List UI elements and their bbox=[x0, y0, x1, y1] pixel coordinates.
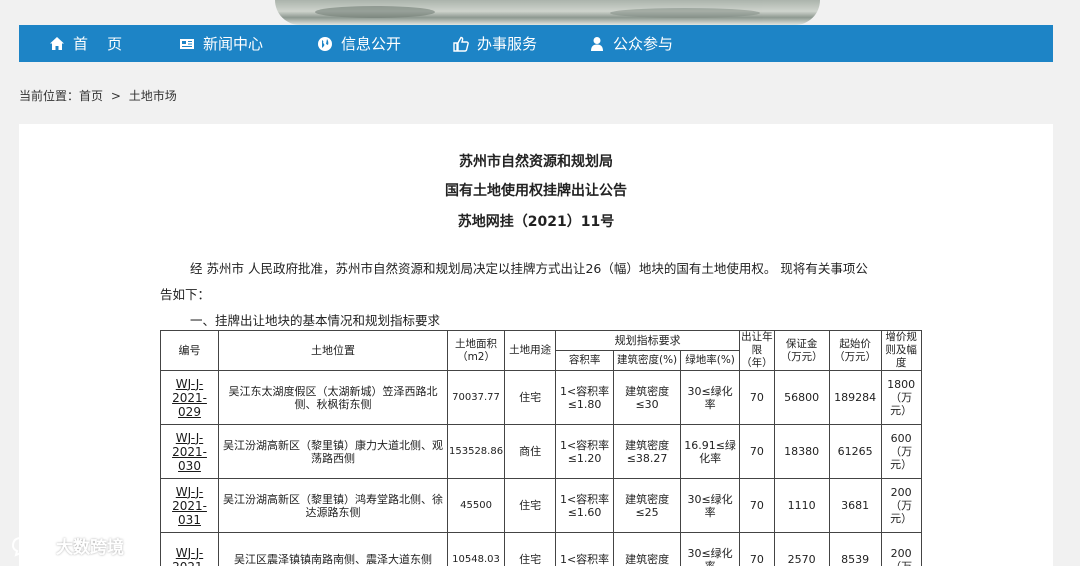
table-header-row: 编号 土地位置 土地面积（m2） 土地用途 规划指标要求 出让年限（年） 保证金… bbox=[160, 330, 922, 371]
watermark: 大数跨境 bbox=[10, 533, 124, 558]
col-header-far: 容积率 bbox=[555, 350, 615, 371]
main-nav: 首 页 新闻中心 信息公开 办事服务 公众参与 bbox=[19, 25, 1053, 62]
nav-item-label: 办事服务 bbox=[477, 35, 538, 53]
col-header-code: 编号 bbox=[160, 330, 219, 371]
chat-bubbles-icon bbox=[11, 536, 51, 557]
col-header-use: 土地用途 bbox=[504, 330, 557, 371]
notice-title: 国有土地使用权挂牌出让公告 bbox=[445, 183, 627, 199]
parcel-density: 建筑密度≤38.27 bbox=[613, 424, 682, 479]
notice-number: 苏地网挂（2021）11号 bbox=[457, 214, 615, 230]
col-header-area: 土地面积（m2） bbox=[446, 330, 506, 371]
col-header-start-price: 起始价（万元） bbox=[828, 330, 882, 371]
parcel-start-price: 189284 bbox=[828, 370, 882, 425]
banner-landscape-image bbox=[275, 0, 820, 25]
parcel-code-link[interactable]: WJ-J-2021-029 bbox=[172, 377, 207, 419]
parcel-deposit: 2570 bbox=[773, 532, 830, 566]
land-parcel-table: 编号 土地位置 土地面积（m2） 土地用途 规划指标要求 出让年限（年） 保证金… bbox=[160, 330, 922, 566]
col-header-green: 绿地率(%) bbox=[680, 350, 741, 371]
table-row: WJ-J-2021-030 吴江汾湖高新区（黎里镇）康力大道北侧、观荡路西侧 1… bbox=[160, 424, 922, 479]
col-header-planning: 规划指标要求 bbox=[555, 330, 741, 351]
nav-item-label: 新闻中心 bbox=[203, 35, 264, 53]
parcel-code-link[interactable]: WJ-J-2021-030 bbox=[172, 431, 207, 473]
table-row: WJ-J-2021-029 吴江东太湖度假区（太湖新城）笠泽西路北侧、秋枫街东侧… bbox=[160, 370, 922, 425]
parcel-increment: 1800（万元） bbox=[880, 370, 922, 425]
parcel-green: 30≤绿化率 bbox=[680, 478, 741, 533]
parcel-location: 吴江东太湖度假区（太湖新城）笠泽西路北侧、秋枫街东侧 bbox=[218, 370, 448, 425]
nav-item-label: 信息公开 bbox=[341, 35, 402, 53]
nav-item-news[interactable]: 新闻中心 bbox=[179, 25, 263, 62]
parcel-green: 30≤绿化率 bbox=[680, 370, 741, 425]
col-header-deposit: 保证金（万元） bbox=[773, 330, 830, 371]
globe-icon bbox=[318, 36, 332, 51]
breadcrumb-home-link[interactable]: 首页 bbox=[79, 89, 103, 103]
parcel-increment: 600（万元） bbox=[880, 424, 922, 479]
nav-item-label: 公众参与 bbox=[613, 35, 674, 53]
breadcrumb: 当前位置：首页 > 土地市场 bbox=[19, 87, 181, 104]
parcel-use: 住宅 bbox=[504, 532, 557, 566]
parcel-deposit: 1110 bbox=[773, 478, 830, 533]
col-header-density: 建筑密度(%) bbox=[613, 350, 682, 371]
parcel-code-cell: WJ-J-2021- bbox=[160, 532, 219, 566]
col-header-term: 出让年限（年） bbox=[739, 330, 775, 371]
header-banner bbox=[0, 0, 1080, 25]
nav-item-home[interactable]: 首 页 bbox=[49, 25, 122, 62]
parcel-location: 吴江汾湖高新区（黎里镇）康力大道北侧、观荡路西侧 bbox=[218, 424, 448, 479]
parcel-term: 70 bbox=[739, 424, 775, 479]
col-header-location: 土地位置 bbox=[218, 330, 448, 371]
nav-item-label: 首 页 bbox=[73, 35, 123, 53]
breadcrumb-prefix: 当前位置： bbox=[19, 89, 80, 103]
parcel-far: 1<容积率 bbox=[555, 532, 615, 566]
parcel-density: 建筑密度≤30 bbox=[613, 370, 682, 425]
parcel-density: 建筑密度 bbox=[613, 532, 682, 566]
parcel-use: 商住 bbox=[504, 424, 557, 479]
notice-paragraph: 经 苏州市 人民政府批准，苏州市自然资源和规划局决定以挂牌方式出让26（幅）地块… bbox=[190, 261, 868, 276]
parcel-code-cell: WJ-J-2021-030 bbox=[160, 424, 219, 479]
nav-item-participation[interactable]: 公众参与 bbox=[589, 25, 673, 62]
notice-content: 苏州市自然资源和规划局 国有土地使用权挂牌出让公告 苏地网挂（2021）11号 … bbox=[19, 124, 1053, 566]
parcel-area: 10548.03 bbox=[446, 532, 506, 566]
notice-issuer: 苏州市自然资源和规划局 bbox=[459, 154, 613, 170]
parcel-code-link[interactable]: WJ-J-2021- bbox=[172, 546, 207, 566]
parcel-far: 1<容积率≤1.80 bbox=[555, 370, 615, 425]
notice-paragraph-cont: 告如下： bbox=[160, 287, 211, 302]
parcel-term: 70 bbox=[739, 370, 775, 425]
parcel-area: 45500 bbox=[446, 478, 506, 533]
newspaper-icon bbox=[180, 38, 194, 49]
parcel-density: 建筑密度≤25 bbox=[613, 478, 682, 533]
parcel-increment: 200（万 bbox=[880, 532, 922, 566]
parcel-green: 16.91≤绿化率 bbox=[680, 424, 741, 479]
parcel-far: 1<容积率≤1.20 bbox=[555, 424, 615, 479]
parcel-code-cell: WJ-J-2021-029 bbox=[160, 370, 219, 425]
parcel-green: 30≤绿化率 bbox=[680, 532, 741, 566]
user-icon bbox=[591, 36, 603, 51]
parcel-deposit: 18380 bbox=[773, 424, 830, 479]
parcel-use: 住宅 bbox=[504, 478, 557, 533]
parcel-start-price: 8539 bbox=[828, 532, 882, 566]
parcel-area: 70037.77 bbox=[446, 370, 506, 425]
parcel-deposit: 56800 bbox=[773, 370, 830, 425]
parcel-location: 吴江区震泽镇镇南路南侧、震泽大道东侧 bbox=[218, 532, 448, 566]
parcel-location: 吴江汾湖高新区（黎里镇）鸿寿堂路北侧、徐达源路东侧 bbox=[218, 478, 448, 533]
thumbs-up-icon bbox=[453, 36, 469, 52]
nav-item-info[interactable]: 信息公开 bbox=[317, 25, 401, 62]
parcel-code-cell: WJ-J-2021-031 bbox=[160, 478, 219, 533]
table-row: WJ-J-2021- 吴江区震泽镇镇南路南侧、震泽大道东侧 10548.03 住… bbox=[160, 532, 922, 566]
parcel-term: 70 bbox=[739, 478, 775, 533]
parcel-start-price: 61265 bbox=[828, 424, 882, 479]
section-heading: 一、挂牌出让地块的基本情况和规划指标要求 bbox=[190, 313, 441, 328]
col-header-increment: 增价规则及幅度 bbox=[880, 330, 922, 371]
parcel-code-link[interactable]: WJ-J-2021-031 bbox=[172, 485, 207, 527]
parcel-use: 住宅 bbox=[504, 370, 557, 425]
parcel-far: 1<容积率≤1.60 bbox=[555, 478, 615, 533]
breadcrumb-current[interactable]: 土地市场 bbox=[129, 89, 177, 103]
parcel-start-price: 3681 bbox=[828, 478, 882, 533]
nav-item-services[interactable]: 办事服务 bbox=[453, 25, 537, 62]
table-row: WJ-J-2021-031 吴江汾湖高新区（黎里镇）鸿寿堂路北侧、徐达源路东侧 … bbox=[160, 478, 922, 533]
parcel-term: 70 bbox=[739, 532, 775, 566]
breadcrumb-separator: > bbox=[110, 89, 121, 103]
parcel-increment: 200（万元） bbox=[880, 478, 922, 533]
watermark-text: 大数跨境 bbox=[56, 538, 124, 558]
parcel-area: 153528.86 bbox=[446, 424, 506, 479]
home-icon bbox=[50, 36, 64, 50]
